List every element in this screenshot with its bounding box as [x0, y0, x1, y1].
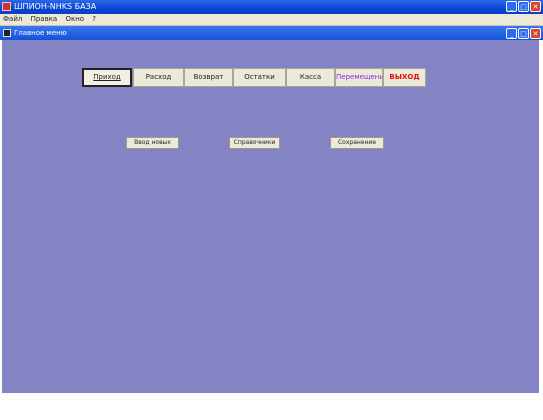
exit-button[interactable]: ВЫХОД: [383, 68, 426, 87]
tab-return[interactable]: Возврат: [184, 68, 233, 87]
tab-balance[interactable]: Остатки: [233, 68, 286, 87]
close-icon[interactable]: ✕: [530, 1, 541, 12]
child-minimize-icon[interactable]: _: [506, 28, 517, 39]
minimize-icon[interactable]: _: [506, 1, 517, 12]
new-entry-button[interactable]: Ввод новых: [126, 137, 179, 149]
app-window-controls: _ □ ✕: [506, 1, 541, 12]
app-icon: [2, 2, 11, 11]
app-titlebar: ШПИОН-NHKS БАЗА _ □ ✕: [0, 0, 543, 14]
tab-cash[interactable]: Касса: [286, 68, 335, 87]
tab-transfer[interactable]: Перемещение: [335, 68, 383, 87]
menu-help[interactable]: ?: [89, 14, 99, 25]
save-button[interactable]: Сохранение: [330, 137, 384, 149]
menu-file[interactable]: Файл: [0, 14, 25, 25]
tab-income[interactable]: Приход: [82, 68, 132, 87]
child-window-titlebar: Главное меню _ □ ✕: [0, 26, 543, 40]
child-window-title: Главное меню: [14, 29, 67, 37]
child-maximize-icon[interactable]: □: [518, 28, 529, 39]
form-icon: [3, 29, 11, 37]
main-menu-workspace: Приход Расход Возврат Остатки Касса Пере…: [2, 40, 539, 393]
child-close-icon[interactable]: ✕: [530, 28, 541, 39]
child-window-controls: _ □ ✕: [506, 28, 541, 39]
bottom-area: [0, 393, 543, 420]
references-button[interactable]: Справочники: [229, 137, 280, 149]
menu-edit[interactable]: Правка: [28, 14, 61, 25]
app-title: ШПИОН-NHKS БАЗА: [14, 2, 97, 11]
menu-window[interactable]: Окно: [62, 14, 87, 25]
tab-expense[interactable]: Расход: [133, 68, 184, 87]
maximize-icon[interactable]: □: [518, 1, 529, 12]
menu-bar: Файл Правка Окно ?: [0, 14, 543, 26]
